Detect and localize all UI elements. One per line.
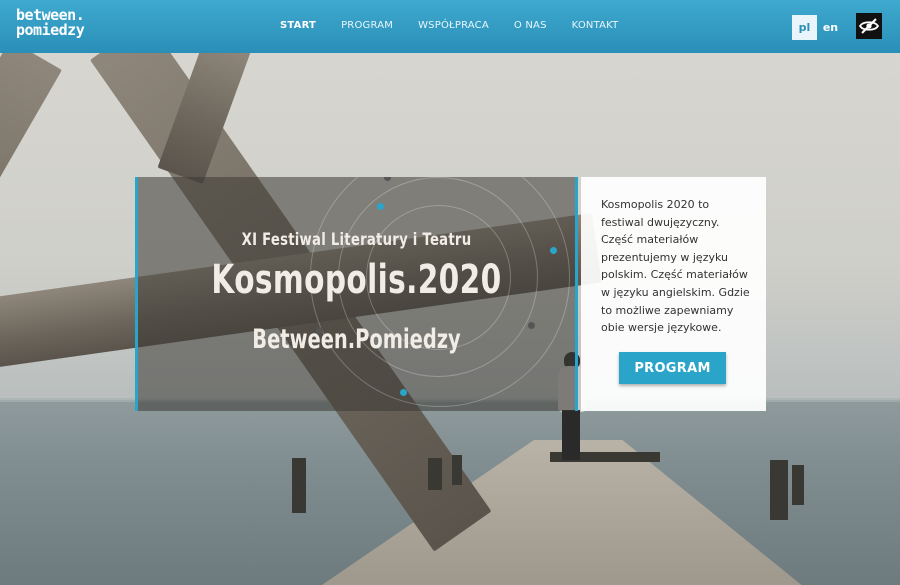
nav-start[interactable]: START bbox=[280, 20, 316, 31]
nav-program[interactable]: PROGRAM bbox=[341, 20, 393, 31]
pier-post bbox=[792, 465, 804, 505]
orbit-dot bbox=[550, 247, 557, 254]
site-logo[interactable]: between. pomiedzy bbox=[16, 8, 85, 39]
festival-title: Kosmopolis.2020 bbox=[211, 257, 502, 303]
hero-banner: XI Festiwal Literatury i Teatru Kosmopol… bbox=[135, 177, 578, 411]
pier-post bbox=[428, 458, 442, 490]
main-nav: START PROGRAM WSPÓŁPRACA O NAS KONTAKT bbox=[280, 20, 643, 31]
festival-subtitle: XI Festiwal Literatury i Teatru bbox=[241, 230, 472, 250]
orbit-dot bbox=[400, 389, 407, 396]
festival-tagline: Between.Pomiedzy bbox=[252, 324, 461, 355]
eye-slash-icon[interactable] bbox=[856, 13, 882, 39]
plank bbox=[0, 40, 62, 434]
top-navigation-bar: between. pomiedzy START PROGRAM WSPÓŁPRA… bbox=[0, 0, 900, 53]
nav-wspolpraca[interactable]: WSPÓŁPRACA bbox=[418, 20, 489, 31]
pier-post bbox=[452, 455, 462, 485]
nav-o-nas[interactable]: O NAS bbox=[514, 20, 547, 31]
program-button[interactable]: PROGRAM bbox=[619, 352, 726, 384]
lang-en-button[interactable]: en bbox=[818, 15, 843, 40]
logo-line-2: pomiedzy bbox=[16, 21, 85, 39]
pier-post bbox=[292, 458, 306, 513]
nav-kontakt[interactable]: KONTAKT bbox=[572, 20, 619, 31]
orbit-dot bbox=[528, 322, 535, 329]
info-panel: Kosmopolis 2020 to festiwal dwujęzyczny.… bbox=[581, 177, 766, 411]
pier-post bbox=[770, 460, 788, 520]
orbit-dot bbox=[377, 203, 384, 210]
info-text: Kosmopolis 2020 to festiwal dwujęzyczny.… bbox=[601, 198, 750, 335]
lang-pl-button[interactable]: pl bbox=[792, 15, 817, 40]
